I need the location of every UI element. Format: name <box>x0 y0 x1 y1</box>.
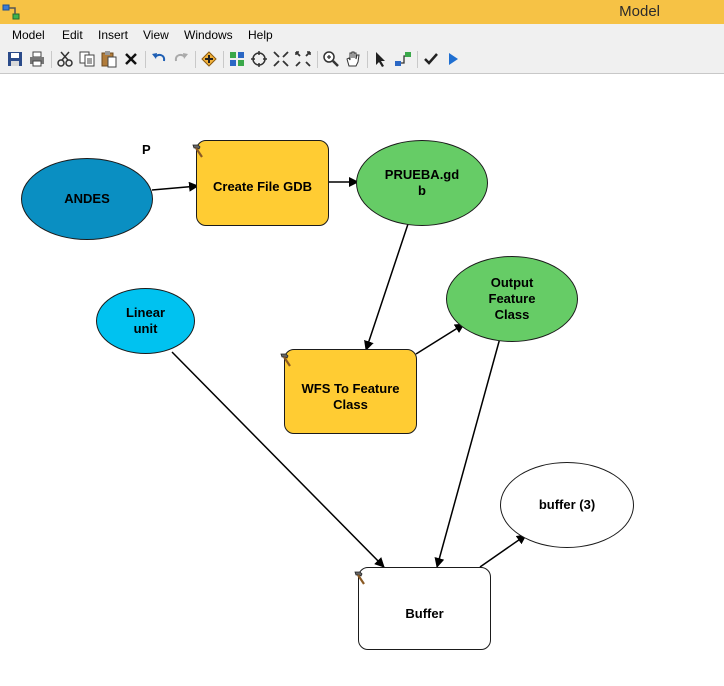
fixed-zoom-in-icon[interactable] <box>272 50 290 68</box>
redo-icon[interactable] <box>172 50 190 68</box>
add-data-icon[interactable] <box>200 50 218 68</box>
connect-icon[interactable] <box>394 50 412 68</box>
save-icon[interactable] <box>6 50 24 68</box>
output-feature-class-node[interactable]: Output Feature Class <box>446 256 578 342</box>
model-builder-icon <box>2 4 20 20</box>
linear-unit-node[interactable]: Linear unit <box>96 288 195 354</box>
run-icon[interactable] <box>444 50 462 68</box>
toolbar-separator <box>317 51 318 68</box>
menu-windows[interactable]: Windows <box>184 28 233 42</box>
title-bar: Model <box>0 0 724 24</box>
menu-view[interactable]: View <box>143 28 169 42</box>
toolbar-separator <box>417 51 418 68</box>
menu-insert[interactable]: Insert <box>98 28 128 42</box>
full-extent-icon[interactable] <box>250 50 268 68</box>
create-file-gdb-tool-node[interactable]: Create File GDB <box>192 140 329 226</box>
toolbar-separator <box>195 51 196 68</box>
andes-input-node[interactable]: ANDES <box>21 158 153 240</box>
connector-wfs-output <box>415 323 465 355</box>
model-canvas[interactable]: P ANDES Create File GDB PRUEBA.gd b Line… <box>0 74 724 686</box>
undo-icon[interactable] <box>150 50 168 68</box>
window-title: Model <box>619 3 660 20</box>
toolbar-separator <box>223 51 224 68</box>
toolbar <box>0 46 724 74</box>
hammer-icon <box>192 144 203 158</box>
connector-buffer-out <box>479 534 527 568</box>
prueba-gdb-output-node[interactable]: PRUEBA.gd b <box>356 140 488 226</box>
validate-icon[interactable] <box>422 50 440 68</box>
cut-icon[interactable] <box>56 50 74 68</box>
select-icon[interactable] <box>372 50 390 68</box>
menu-model[interactable]: Model <box>12 28 45 42</box>
menu-bar: Model Edit Insert View Windows Help <box>0 24 724 46</box>
connector-andes-create <box>151 181 199 192</box>
copy-icon[interactable] <box>78 50 96 68</box>
paste-icon[interactable] <box>100 50 118 68</box>
pan-icon[interactable] <box>344 50 362 68</box>
print-icon[interactable] <box>28 50 46 68</box>
zoom-in-icon[interactable] <box>322 50 340 68</box>
connector-prueba-wfs <box>364 223 409 351</box>
fixed-zoom-out-icon[interactable] <box>294 50 312 68</box>
hammer-icon <box>354 571 365 585</box>
buffer-3-output-node[interactable]: buffer (3) <box>500 462 634 548</box>
wfs-to-feature-class-label: WFS To Feature Class <box>301 380 400 412</box>
delete-icon[interactable] <box>122 50 140 68</box>
wfs-to-feature-class-tool-node[interactable]: WFS To Feature Class <box>280 349 417 434</box>
menu-edit[interactable]: Edit <box>62 28 83 42</box>
hammer-icon <box>280 353 291 367</box>
menu-help[interactable]: Help <box>248 28 273 42</box>
buffer-tool-node[interactable]: Buffer <box>354 567 491 650</box>
connector-output-buffer <box>434 337 501 568</box>
auto-layout-icon[interactable] <box>228 50 246 68</box>
toolbar-separator <box>51 51 52 68</box>
buffer-tool-label: Buffer <box>405 605 444 621</box>
andes-tag-label: P <box>142 142 151 157</box>
toolbar-separator <box>367 51 368 68</box>
create-file-gdb-label: Create File GDB <box>213 179 312 194</box>
toolbar-separator <box>145 51 146 68</box>
